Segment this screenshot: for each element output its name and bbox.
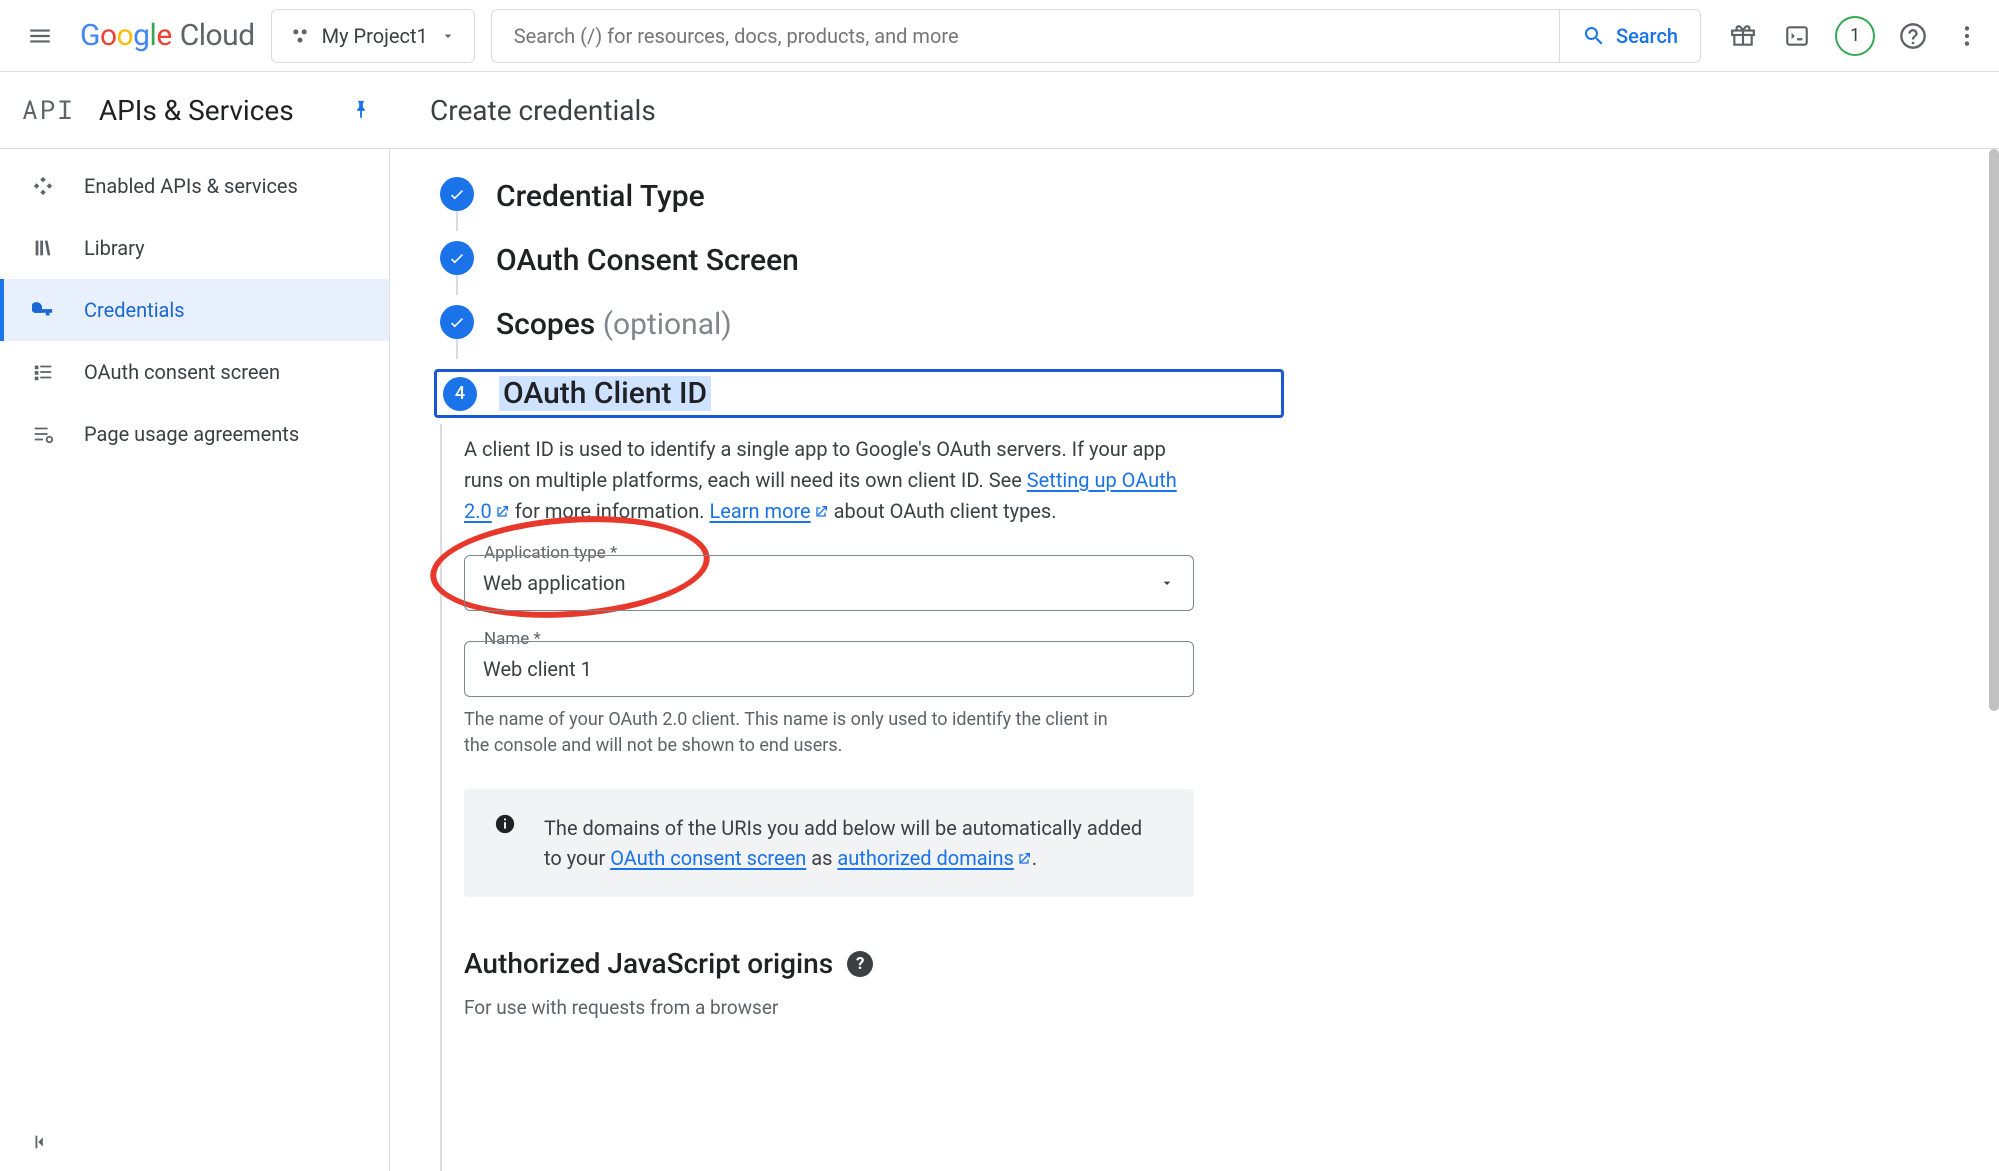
name-field: Name * Web client 1 The name of your OAu… (464, 641, 1194, 759)
sidebar: Enabled APIs & services Library Credenti… (0, 148, 390, 1171)
chevron-down-icon (1159, 575, 1175, 591)
sidebar-item-enabled-apis[interactable]: Enabled APIs & services (0, 155, 389, 217)
enabled-apis-icon (30, 175, 56, 197)
name-input[interactable]: Web client 1 (464, 641, 1194, 697)
help-tooltip-button[interactable]: ? (847, 951, 873, 977)
top-bar: Google Cloud My Project1 Search 1 (0, 0, 1999, 72)
search-button[interactable]: Search (1559, 10, 1700, 62)
cloud-shell-button[interactable] (1781, 20, 1813, 52)
check-icon (448, 313, 466, 331)
step-body-oauth-client: A client ID is used to identify a single… (440, 424, 1959, 1171)
more-button[interactable] (1951, 20, 1983, 52)
more-vert-icon (1954, 23, 1980, 49)
step-badge-done (440, 177, 474, 211)
api-mark: API (22, 93, 75, 127)
step-title: OAuth Client ID (499, 376, 711, 411)
collapse-sidebar-button[interactable] (0, 1113, 389, 1171)
project-picker[interactable]: My Project1 (271, 9, 475, 63)
oauth-client-description: A client ID is used to identify a single… (464, 434, 1184, 527)
library-icon (30, 237, 56, 259)
external-link-icon (494, 504, 510, 520)
check-icon (448, 185, 466, 203)
search-icon (1582, 24, 1606, 48)
search-button-label: Search (1616, 24, 1678, 48)
sidebar-item-label: Credentials (84, 298, 185, 322)
select-value: Web application (483, 571, 626, 595)
check-icon (448, 249, 466, 267)
section-bar: API APIs & Services Create credentials (0, 72, 1999, 148)
step-badge-done (440, 305, 474, 339)
page-title: Create credentials (390, 94, 1999, 127)
pin-button[interactable] (350, 99, 372, 121)
authorized-js-origins-heading: Authorized JavaScript origins ? (464, 947, 1959, 980)
application-type-select[interactable]: Web application (464, 555, 1194, 611)
sidebar-item-label: OAuth consent screen (84, 360, 280, 384)
field-helper-text: The name of your OAuth 2.0 client. This … (464, 707, 1124, 759)
settings-list-icon (30, 423, 56, 445)
logo-cloud-text: Cloud (180, 18, 255, 53)
notifications-badge[interactable]: 1 (1835, 16, 1875, 56)
sidebar-item-label: Library (84, 236, 145, 260)
project-icon (290, 26, 310, 46)
section-title: APIs & Services (99, 94, 294, 127)
sidebar-item-credentials[interactable]: Credentials (0, 279, 389, 341)
link-oauth-consent-screen[interactable]: OAuth consent screen (610, 846, 806, 870)
chevron-down-icon (440, 28, 456, 44)
step-title: Scopes (496, 307, 595, 342)
search-input[interactable] (492, 24, 1559, 48)
external-link-icon (1016, 851, 1032, 867)
scrollbar[interactable] (1989, 149, 1999, 1171)
input-value: Web client 1 (483, 657, 592, 681)
main-content: Credential Type OAuth Consent Screen Sco… (390, 148, 1999, 1171)
sidebar-item-library[interactable]: Library (0, 217, 389, 279)
key-icon (30, 299, 56, 321)
authorized-js-origins-subtext: For use with requests from a browser (464, 996, 1959, 1019)
hamburger-icon (27, 23, 53, 49)
topbar-actions: 1 (1727, 16, 1983, 56)
external-link-icon (813, 504, 829, 520)
step-title: OAuth Consent Screen (496, 241, 1959, 278)
chevron-left-icon (30, 1131, 52, 1153)
search-bar: Search (491, 9, 1701, 63)
gift-icon (1730, 23, 1756, 49)
nav-menu-button[interactable] (16, 12, 64, 60)
step-oauth-consent-screen[interactable]: OAuth Consent Screen (440, 241, 1959, 295)
pushpin-icon (350, 99, 372, 121)
help-button[interactable] (1897, 20, 1929, 52)
project-name: My Project1 (322, 24, 428, 48)
help-icon (1899, 22, 1927, 50)
link-learn-more[interactable]: Learn more (709, 499, 828, 523)
step-title: Credential Type (496, 177, 1959, 214)
info-callout: The domains of the URIs you add below wi… (464, 789, 1194, 897)
google-cloud-logo[interactable]: Google Cloud (80, 18, 255, 53)
sidebar-item-label: Enabled APIs & services (84, 174, 298, 198)
step-oauth-client-id-active: 4 OAuth Client ID (434, 369, 1284, 418)
application-type-field: Application type * Web application (464, 555, 1194, 611)
step-credential-type[interactable]: Credential Type (440, 177, 1959, 231)
sidebar-item-page-usage[interactable]: Page usage agreements (0, 403, 389, 465)
step-optional-tag: (optional) (603, 307, 732, 342)
consent-icon (30, 361, 56, 383)
gift-button[interactable] (1727, 20, 1759, 52)
step-badge-done (440, 241, 474, 275)
sidebar-item-oauth-consent[interactable]: OAuth consent screen (0, 341, 389, 403)
info-icon (494, 813, 516, 873)
step-badge-number: 4 (443, 377, 477, 411)
notifications-count: 1 (1850, 25, 1860, 46)
sidebar-item-label: Page usage agreements (84, 422, 299, 446)
step-scopes[interactable]: Scopes (optional) (440, 305, 1959, 359)
terminal-icon (1784, 23, 1810, 49)
link-authorized-domains[interactable]: authorized domains (837, 846, 1031, 870)
